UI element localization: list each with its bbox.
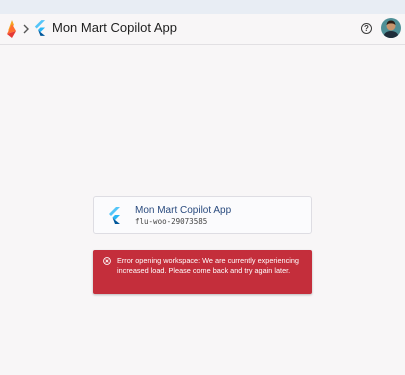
- error-circle-x-icon: [103, 257, 111, 265]
- header-bar: Mon Mart Copilot App ?: [0, 14, 405, 45]
- flutter-icon: [34, 20, 46, 36]
- firebase-logo-icon[interactable]: [6, 19, 18, 39]
- avatar-image: [381, 18, 401, 38]
- workspace-title: Mon Mart Copilot App: [135, 205, 232, 216]
- app-title[interactable]: Mon Mart Copilot App: [52, 20, 177, 36]
- flutter-icon: [109, 207, 120, 224]
- error-message: Error opening workspace: We are currentl…: [117, 256, 299, 275]
- help-icon[interactable]: ?: [361, 23, 372, 34]
- error-banner: Error opening workspace: We are currentl…: [93, 250, 312, 294]
- workspace-id: flu-woo-29073585: [135, 217, 208, 226]
- user-avatar[interactable]: [381, 18, 401, 38]
- workspace-card[interactable]: Mon Mart Copilot App flu-woo-29073585: [93, 196, 312, 234]
- chevron-right-icon: [23, 24, 29, 34]
- top-strip: [0, 0, 405, 14]
